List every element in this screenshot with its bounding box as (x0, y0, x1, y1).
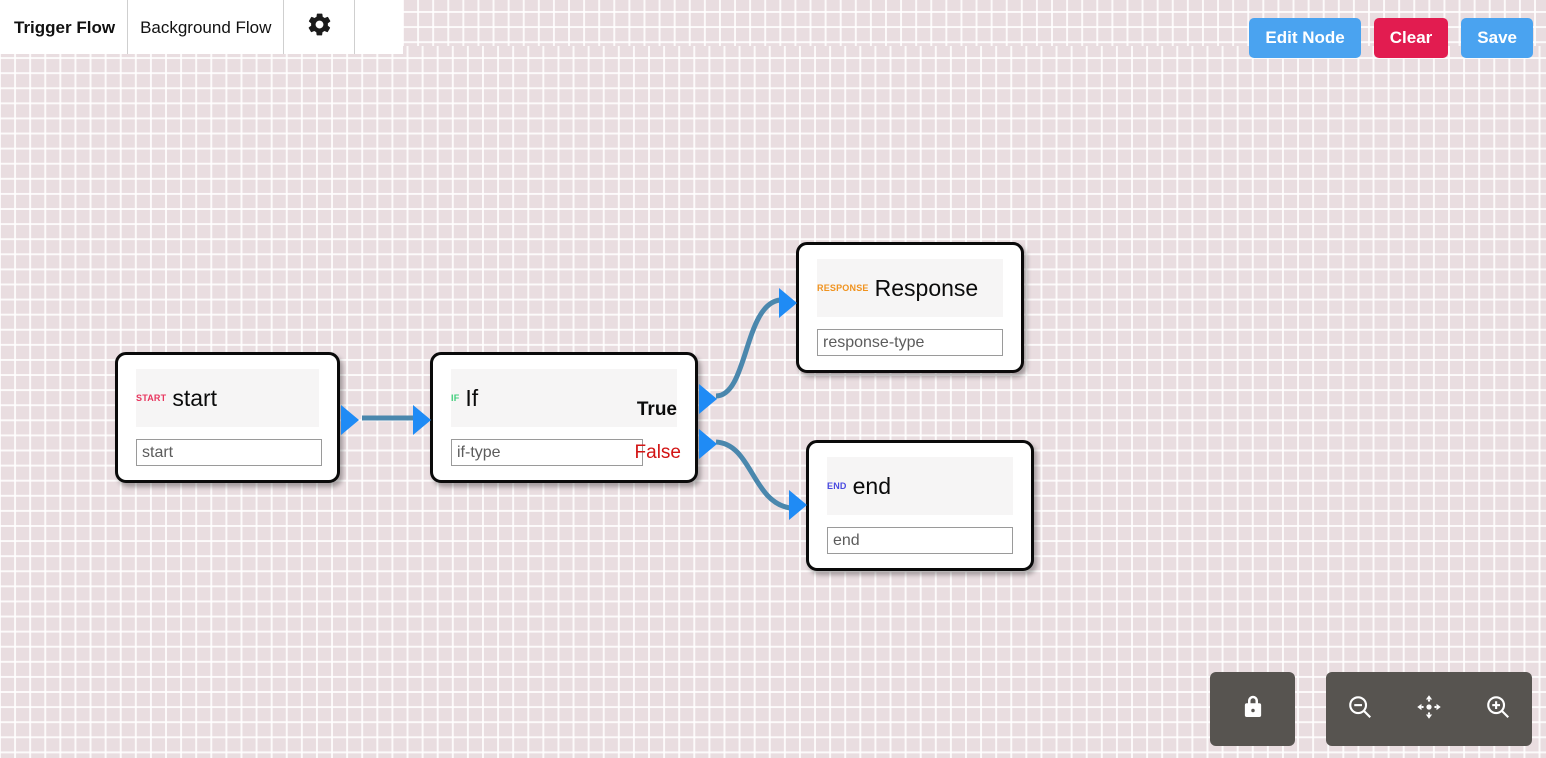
settings-button[interactable] (284, 0, 354, 54)
node-start[interactable]: START start (115, 352, 359, 483)
node-if-output-true-handle[interactable] (699, 384, 717, 414)
save-button[interactable]: Save (1461, 18, 1533, 58)
zoom-out-button[interactable] (1332, 681, 1388, 737)
node-end-title: end (852, 472, 891, 499)
node-start-badge: START (136, 392, 167, 403)
fit-view-button[interactable] (1401, 681, 1457, 737)
tab-trigger-flow[interactable]: Trigger Flow (0, 0, 129, 54)
lock-button[interactable] (1210, 672, 1295, 746)
flow-tabbar-inner: Trigger Flow Background Flow (0, 0, 356, 54)
tab-background-flow[interactable]: Background Flow (128, 0, 285, 54)
zoom-in-icon (1483, 692, 1513, 727)
edge-if-true-to-response (715, 297, 781, 399)
clear-button[interactable]: Clear (1373, 18, 1449, 58)
zoom-out-icon (1345, 692, 1375, 727)
zoom-in-button[interactable] (1470, 681, 1526, 737)
node-if-badge: IF (451, 392, 460, 403)
gear-icon (306, 11, 333, 43)
flow-tabbar: Trigger Flow Background Flow (0, 0, 403, 54)
node-if[interactable]: IF If True False (413, 352, 717, 483)
fit-view-icon (1414, 692, 1444, 727)
node-response[interactable]: RESPONSE Response (779, 242, 1024, 373)
node-if-input-handle[interactable] (413, 405, 431, 435)
node-if-title: If (465, 384, 479, 411)
node-start-input[interactable] (136, 439, 322, 466)
node-start-header: START start (136, 369, 319, 427)
node-end-header: END end (827, 457, 1013, 515)
node-end-badge: END (827, 480, 847, 491)
flow-editor: START start IF If True False RESPONSE Re… (0, 0, 1546, 758)
node-if-input[interactable] (451, 439, 643, 466)
node-end[interactable]: END end (789, 440, 1034, 571)
node-response-header: RESPONSE Response (817, 259, 1003, 317)
node-response-input-handle[interactable] (779, 288, 797, 318)
node-response-input[interactable] (817, 329, 1003, 356)
lock-icon (1238, 692, 1268, 727)
node-response-title: Response (874, 274, 979, 301)
flow-canvas[interactable]: START start IF If True False RESPONSE Re… (0, 46, 1546, 758)
node-end-input-handle[interactable] (789, 490, 807, 520)
node-start-output-handle[interactable] (341, 405, 359, 435)
node-start-title: start (172, 384, 218, 411)
node-if-branch-true: True (636, 399, 677, 420)
edit-node-button[interactable]: Edit Node (1249, 18, 1361, 58)
node-if-output-false-handle[interactable] (699, 429, 717, 459)
node-if-branch-false: False (634, 442, 681, 463)
flow-action-buttons: Edit Node Clear Save (1249, 18, 1533, 58)
node-response-badge: RESPONSE (817, 282, 869, 293)
edge-if-false-to-end (715, 439, 791, 511)
node-end-input[interactable] (827, 527, 1013, 554)
zoom-controls (1326, 672, 1532, 746)
